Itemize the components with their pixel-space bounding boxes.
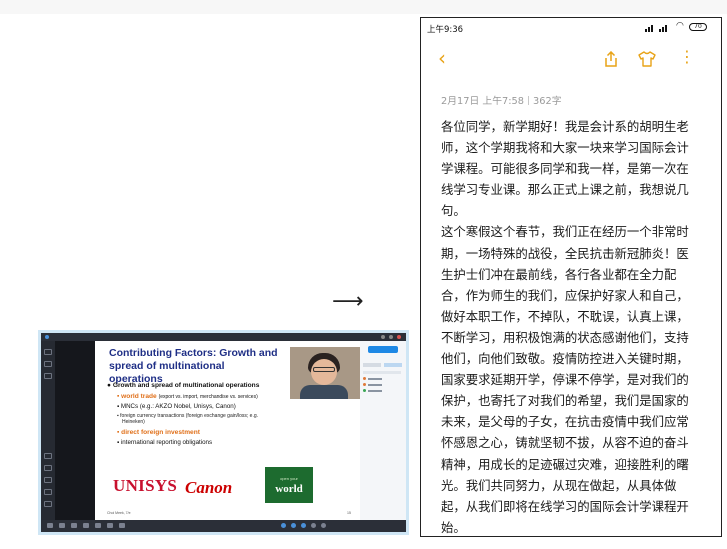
class-app-titlebar xyxy=(41,333,406,341)
share-icon[interactable] xyxy=(604,51,618,67)
slide-bullet-reporting: ▪ international reporting obligations xyxy=(117,439,213,446)
slide-bullet-fx-cont: Heineken) xyxy=(122,419,145,425)
signal-icon xyxy=(648,27,650,32)
start-class-button[interactable] xyxy=(368,346,398,353)
app-logo-icon xyxy=(45,335,49,339)
member-name xyxy=(368,390,382,392)
whiteboard-icon[interactable] xyxy=(83,523,89,528)
note-paragraph: 这个寒假这个春节，我们正在经历一个非常时期，一场特殊的战役，全民抗击新冠肺炎！医… xyxy=(441,224,689,535)
slide-thumbnail-rail xyxy=(55,341,95,520)
note-meta: 2月17日 上午7:58 362字 xyxy=(441,93,562,107)
maximize-icon[interactable] xyxy=(389,335,393,339)
slide-bullet-world-trade: ▪ world trade (export vs. import, mercha… xyxy=(117,393,258,400)
mic-icon[interactable] xyxy=(47,523,53,528)
play-icon[interactable] xyxy=(291,523,296,528)
more-vertical-icon[interactable]: ⋮ xyxy=(679,48,695,66)
shape-tool-icon[interactable] xyxy=(44,453,52,459)
next-slide-icon[interactable] xyxy=(301,523,306,528)
slide-footer: Choi Meek, 7/e xyxy=(107,511,131,515)
minimize-icon[interactable] xyxy=(381,335,385,339)
wifi-icon: ◠ xyxy=(676,21,684,31)
unisys-logo: UNISYS xyxy=(113,476,178,495)
undo-tool-icon[interactable] xyxy=(44,477,52,483)
member-status-icon xyxy=(363,377,366,380)
slide-bullet-mncs: ▪ MNCs (e.g.: AKZO Nobel, Unisys, Canon) xyxy=(117,403,236,410)
pointer-tool-icon[interactable] xyxy=(44,349,52,355)
eraser-tool-icon[interactable] xyxy=(44,373,52,379)
online-class-screenshot: Contributing Factors: Growth and spread … xyxy=(38,330,409,535)
class-side-panel xyxy=(360,341,406,520)
world-logo-small-text: open your xyxy=(280,476,298,481)
zoom-icon[interactable] xyxy=(311,523,316,528)
note-date: 2月17日 上午7:58 xyxy=(441,96,525,107)
signal-icon xyxy=(662,27,664,32)
canon-logo: Canon xyxy=(185,478,233,497)
file-icon[interactable] xyxy=(95,523,101,528)
note-word-count: 362字 xyxy=(533,96,562,107)
slide-bullet-main: ● Growth and spread of multinational ope… xyxy=(107,382,260,389)
class-bottom-toolbar xyxy=(41,520,406,532)
share-screen-icon[interactable] xyxy=(71,523,77,528)
member-name xyxy=(368,384,382,386)
phone-note-screenshot: 上午9:36 ◠ 70 ‹ ⋮ 2月17日 上午7:58 362字 各位同学，新学… xyxy=(420,17,722,537)
text-tool-icon[interactable] xyxy=(44,465,52,471)
top-strip xyxy=(0,0,727,14)
teacher-webcam xyxy=(290,347,360,399)
right-arrow-icon: ⟶ xyxy=(332,289,364,314)
settings-icon[interactable] xyxy=(119,523,125,528)
slide-title: Contributing Factors: Growth and spread … xyxy=(109,347,278,385)
signal-icon xyxy=(645,29,647,32)
shirt-icon[interactable] xyxy=(638,51,656,67)
tab-chat[interactable] xyxy=(384,363,402,367)
member-status-icon xyxy=(363,383,366,386)
member-name xyxy=(368,378,382,380)
status-bar: 上午9:36 ◠ 70 xyxy=(421,18,720,38)
camera-icon[interactable] xyxy=(59,523,65,528)
redo-tool-icon[interactable] xyxy=(44,489,52,495)
slide-page-number: 15 xyxy=(347,511,351,515)
pen-tool-icon[interactable] xyxy=(44,361,52,367)
battery-icon: 70 xyxy=(689,23,707,31)
note-body[interactable]: 各位同学，新学期好！我是会计系的胡明生老师，这个学期我将和大家一块来学习国际会计… xyxy=(441,116,697,536)
record-icon[interactable] xyxy=(107,523,113,528)
panel-row xyxy=(363,371,401,374)
clear-tool-icon[interactable] xyxy=(44,501,52,507)
signal-icon xyxy=(665,25,667,32)
signal-icon xyxy=(659,29,661,32)
status-time: 上午9:36 xyxy=(427,25,464,35)
close-icon[interactable] xyxy=(397,335,401,339)
signal-icon xyxy=(651,25,653,32)
tab-members[interactable] xyxy=(363,363,381,367)
world-logo-big-text: world xyxy=(275,483,303,495)
heineken-world-logo: open your world xyxy=(265,467,313,503)
prev-slide-icon[interactable] xyxy=(281,523,286,528)
chevron-left-icon[interactable]: ‹ xyxy=(438,47,446,69)
note-paragraph: 各位同学，新学期好！我是会计系的胡明生老师，这个学期我将和大家一块来学习国际会计… xyxy=(441,119,689,219)
meta-divider xyxy=(528,96,530,105)
class-tool-sidebar xyxy=(41,341,55,520)
member-status-icon xyxy=(363,389,366,392)
slide-bullet-fdi: ▪ direct foreign investment xyxy=(117,429,200,436)
class-app-window: Contributing Factors: Growth and spread … xyxy=(41,333,406,532)
fullscreen-icon[interactable] xyxy=(321,523,326,528)
